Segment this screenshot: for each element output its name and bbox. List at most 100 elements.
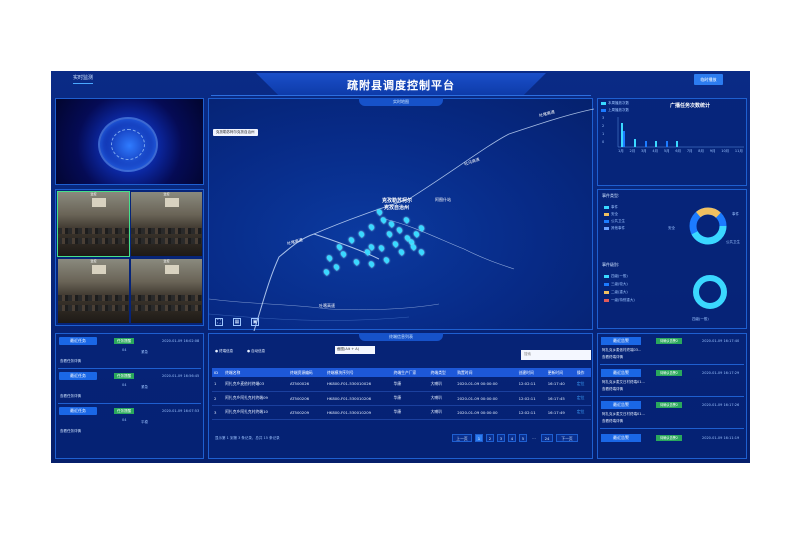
alert-detail-link[interactable]: 查看终端详情	[602, 355, 623, 360]
col-type: 终端类型	[428, 368, 456, 377]
pager-page[interactable]: 1	[475, 434, 483, 442]
pager-page[interactable]: 4	[508, 434, 516, 442]
recent-task-button[interactable]: 最近任务	[59, 407, 97, 415]
video-thumb-caption: 监控	[163, 192, 170, 196]
donut-label-event: 事件	[732, 212, 739, 216]
locate-link[interactable]: 定位	[574, 391, 591, 406]
divider	[600, 396, 744, 397]
video-thumb-crowd	[131, 305, 202, 311]
level-ring-label: 四级(一般)	[692, 317, 709, 321]
task-detail-link[interactable]: 查看任务详情	[60, 359, 81, 364]
search-input[interactable]: 搜索	[521, 350, 591, 360]
video-thumb[interactable]: 监控	[131, 192, 202, 256]
table-row: 2 阿扎克乡阿扎克村终端09 AT500206 HK800-F01-530010…	[212, 391, 591, 406]
divider	[600, 428, 744, 429]
video-thumb-crowd	[58, 238, 129, 244]
map-label-place: 阿图什站	[435, 197, 451, 202]
task-detail-link[interactable]: 查看任务详情	[60, 394, 81, 399]
recent-task-button[interactable]: 最近任务	[59, 372, 97, 380]
map-layers-icon[interactable]: ▣	[251, 318, 259, 326]
video-thumb-caption: 监控	[163, 259, 170, 263]
pager-page[interactable]: 5	[519, 434, 527, 442]
stats-yticks: 3210	[602, 116, 605, 144]
event-type-title: 事件类型:	[602, 193, 620, 198]
col-serial: 终端模块序列号	[325, 368, 392, 377]
video-thumb-board	[165, 198, 180, 208]
task-flag: 紧急	[141, 350, 148, 354]
main-video[interactable]	[55, 98, 204, 185]
recent-task-button[interactable]: 最近任务	[59, 337, 97, 345]
donut-label-health: 公共卫生	[726, 240, 740, 244]
alert-tag: 待确认告警2	[656, 435, 682, 441]
video-thumb-board	[165, 265, 180, 275]
alert-tag: 待确认告警2	[656, 402, 682, 408]
alert-text: 阿扎克乡麦艾日村终端01...	[602, 412, 645, 416]
radio-terminal-info[interactable]: ● 终端信息	[215, 349, 233, 354]
dashboard-screen: 实时监测 疏附县调度控制平台 临时播放 监控 监控 监控 监控 实时地图 克孜勒…	[51, 71, 750, 463]
col-id: ID	[212, 368, 224, 377]
map-panel[interactable]: 实时地图 克孜勒苏柯尔克孜自治州 克孜勒苏柯尔 克孜自治州 阿图什站 吐乌高速 …	[208, 98, 594, 331]
col-created: 创建时间	[516, 368, 546, 377]
stats-title: 广播任务次数统计	[670, 103, 711, 109]
video-thumb-crowd	[58, 295, 129, 301]
locate-link[interactable]: 定位	[574, 377, 591, 392]
video-thumb-crowd	[131, 238, 202, 244]
broadcast-button[interactable]: 临时播放	[694, 74, 723, 85]
pager-page[interactable]: 24	[541, 434, 553, 442]
video-thumb-crowd	[58, 228, 129, 234]
donut-label-safety: 安全	[668, 226, 675, 230]
recent-alert-button[interactable]: 最近告警	[601, 337, 641, 345]
map-grid-icon[interactable]: ▦	[233, 318, 241, 326]
radio-auto-info[interactable]: ● 自动信息	[247, 349, 265, 354]
task-time: 2020-01-09 16:07:53	[162, 409, 200, 413]
map-label-road: 吐喀高速	[319, 303, 335, 308]
alert-detail-link[interactable]: 查看终端详情	[602, 419, 623, 424]
alert-text: 阿扎克乡麦艾日村终端01...	[602, 380, 645, 384]
video-thumb-crowd	[131, 295, 202, 301]
tab-live-monitor[interactable]: 实时监测	[73, 74, 94, 84]
pager-prev[interactable]: 上一页	[452, 434, 472, 442]
col-vendor: 终端生产厂家	[391, 368, 429, 377]
alert-detail-link[interactable]: 查看终端详情	[602, 387, 623, 392]
page-title: 疏附县调度控制平台	[347, 79, 455, 92]
task-count: 04	[122, 418, 127, 422]
alert-tag: 待确认告警2	[656, 338, 682, 344]
recent-alerts-panel: 最近告警 待确认告警2 2020-01-09 16:17:40 阿扎克乡麦依村终…	[597, 333, 747, 459]
alert-time: 2020-01-09 16:17:29	[702, 371, 740, 375]
divider	[600, 364, 744, 365]
event-level-title: 事件级别:	[602, 262, 620, 267]
top-bar: 实时监测 疏附县调度控制平台 临时播放	[51, 71, 750, 96]
recent-alert-button[interactable]: 最近告警	[601, 401, 641, 409]
recent-alert-button[interactable]: 最近告警	[601, 434, 641, 442]
stats-legend: 本周播放次数 上周播放次数	[601, 101, 629, 113]
table-header-row: ID 终端名称 终端资源编码 终端模块序列号 终端生产厂家 终端类型 购置时间 …	[212, 368, 591, 377]
video-thumb[interactable]: 监控	[131, 259, 202, 323]
recent-alert-button[interactable]: 最近告警	[601, 369, 641, 377]
table-row: 1 阿扎克乡麦依村终端03 AT500026 HK800-F01-5300100…	[212, 377, 591, 392]
task-reminder-tag: 任务提醒	[114, 338, 134, 344]
task-count: 04	[122, 383, 127, 387]
events-panel: 事件类型: 事件 安全 公共卫生 其他事件 事件 公共卫生 安全 事件级别: 四…	[597, 189, 747, 329]
video-thumb-caption: 监控	[90, 259, 97, 263]
divider	[58, 403, 201, 404]
task-flag: 平稳	[141, 420, 148, 424]
map-fullscreen-icon[interactable]: ⛶	[215, 318, 223, 326]
task-time: 2020-01-09 16:56:45	[162, 374, 200, 378]
pager-next[interactable]: 下一页	[556, 434, 578, 442]
locate-link[interactable]: 定位	[574, 405, 591, 420]
video-thumb[interactable]: 监控	[58, 259, 129, 323]
video-thumb-crowd	[58, 305, 129, 311]
task-reminder-tag: 任务提醒	[114, 373, 134, 379]
task-reminder-tag: 任务提醒	[114, 408, 134, 414]
title-divider	[211, 95, 591, 96]
pager-page[interactable]: 2	[486, 434, 494, 442]
video-thumb[interactable]: 监控	[57, 191, 130, 257]
event-type-legend: 事件 安全 公共卫生 其他事件	[604, 204, 625, 232]
terminal-list-panel: 终端信息列表 ● 终端信息 ● 自动信息 截图(Alt + A) 搜索 ID 终…	[208, 333, 593, 459]
pager-ellipsis: ...	[532, 435, 536, 440]
pager-page[interactable]: 3	[497, 434, 505, 442]
screenshot-filter-input[interactable]: 截图(Alt + A)	[335, 346, 375, 354]
task-detail-link[interactable]: 查看任务详情	[60, 429, 81, 434]
alert-time: 2020-01-09 16:17:40	[702, 339, 740, 343]
legend-this-week: 本周播放次数	[601, 101, 629, 106]
